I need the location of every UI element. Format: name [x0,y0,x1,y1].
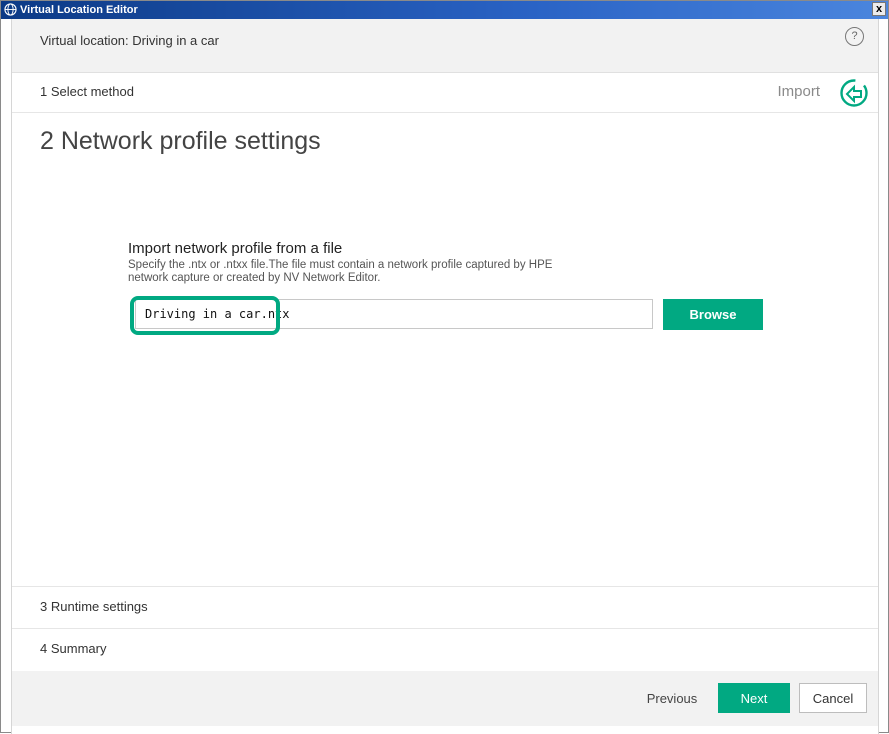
step2-title: 2 Network profile settings [40,127,321,155]
import-icon [840,79,868,107]
next-button[interactable]: Next [718,683,790,713]
browse-button[interactable]: Browse [663,299,763,330]
cancel-button[interactable]: Cancel [799,683,867,713]
step-runtime-settings[interactable]: 3 Runtime settings [12,586,878,629]
previous-button[interactable]: Previous [632,683,712,713]
import-section: Import network profile from a file Speci… [128,240,768,285]
help-icon-glyph: ? [851,30,858,42]
step-select-method[interactable]: 1 Select method Import [12,73,878,113]
step1-label: 1 Select method [40,84,134,99]
step3-label: 3 Runtime settings [40,599,148,614]
file-path-input[interactable] [135,299,653,329]
window-title: Virtual Location Editor [20,4,138,16]
virtual-location-editor-window: Virtual Location Editor x Virtual locati… [0,0,889,734]
location-title: Virtual location: Driving in a car [40,33,219,48]
close-icon: x [875,3,883,15]
editor-frame: Virtual location: Driving in a car ? 1 S… [11,19,879,734]
help-circle-icon[interactable]: ? [845,27,864,46]
import-heading: Import network profile from a file [128,240,343,257]
step4-label: 4 Summary [40,641,107,656]
close-button[interactable]: x [872,2,886,16]
location-header: Virtual location: Driving in a car ? [12,19,878,73]
globe-icon [4,3,17,16]
title-bar[interactable]: Virtual Location Editor x [1,1,888,19]
import-description: Specify the .ntx or .ntxx file.The file … [128,259,553,284]
step-summary[interactable]: 4 Summary [12,629,878,671]
footer-bar: Previous Next Cancel [12,671,878,726]
selected-method-label: Import [777,83,820,100]
